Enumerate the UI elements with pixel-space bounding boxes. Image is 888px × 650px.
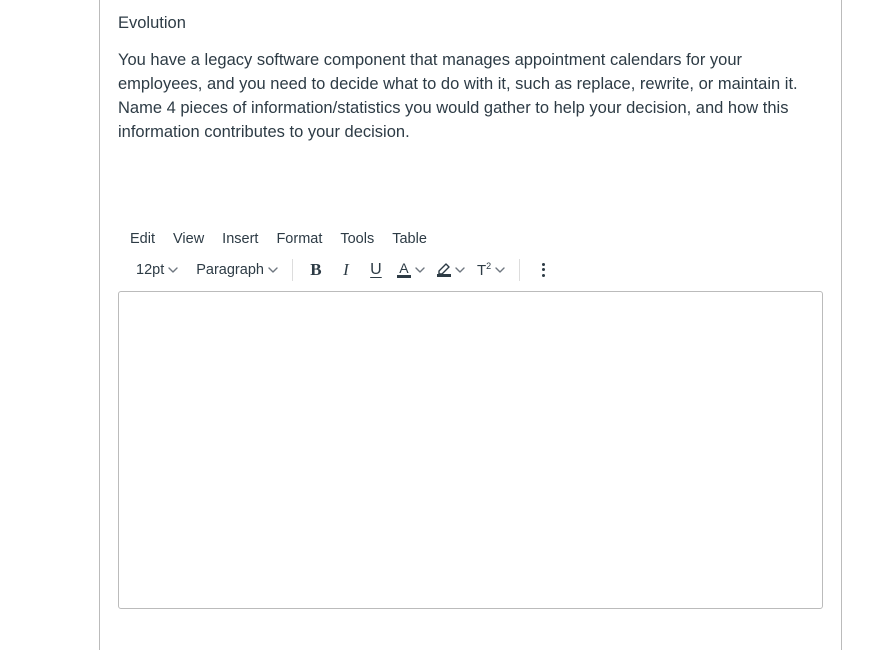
answer-textarea[interactable] [118,291,823,609]
fontsize-label: 12pt [136,262,164,278]
menu-edit[interactable]: Edit [130,231,155,247]
text-color-icon: A [397,261,411,278]
bold-button[interactable]: B [301,256,331,284]
bold-icon: B [310,260,321,280]
chevron-down-icon [495,265,505,275]
toolbar-separator [519,259,520,281]
chevron-down-icon [415,265,425,275]
highlighter-icon [437,262,451,277]
question-card: Evolution You have a legacy software com… [99,0,842,650]
menu-insert[interactable]: Insert [222,231,258,247]
blockformat-dropdown[interactable]: Paragraph [190,256,284,284]
question-heading: Evolution [118,14,823,33]
menu-format[interactable]: Format [276,231,322,247]
more-options-button[interactable] [528,256,558,284]
text-color-dropdown[interactable]: A [391,256,431,284]
fontsize-dropdown[interactable]: 12pt [130,256,184,284]
editor-toolbar: 12pt Paragraph B I [118,257,823,291]
chevron-down-icon [168,265,178,275]
highlight-color-dropdown[interactable] [431,256,471,284]
italic-icon: I [343,260,349,280]
superscript-icon: T2 [477,261,491,279]
chevron-down-icon [268,265,278,275]
question-body: You have a legacy software component tha… [118,49,823,145]
menu-table[interactable]: Table [392,231,427,247]
toolbar-separator [292,259,293,281]
chevron-down-icon [455,265,465,275]
menu-view[interactable]: View [173,231,204,247]
editor-menubar: Edit View Insert Format Tools Table [118,225,823,257]
underline-button[interactable]: U [361,256,391,284]
blockformat-label: Paragraph [196,262,264,278]
superscript-dropdown[interactable]: T2 [471,256,511,284]
underline-icon: U [370,261,382,279]
more-vertical-icon [536,263,550,277]
italic-button[interactable]: I [331,256,361,284]
menu-tools[interactable]: Tools [340,231,374,247]
